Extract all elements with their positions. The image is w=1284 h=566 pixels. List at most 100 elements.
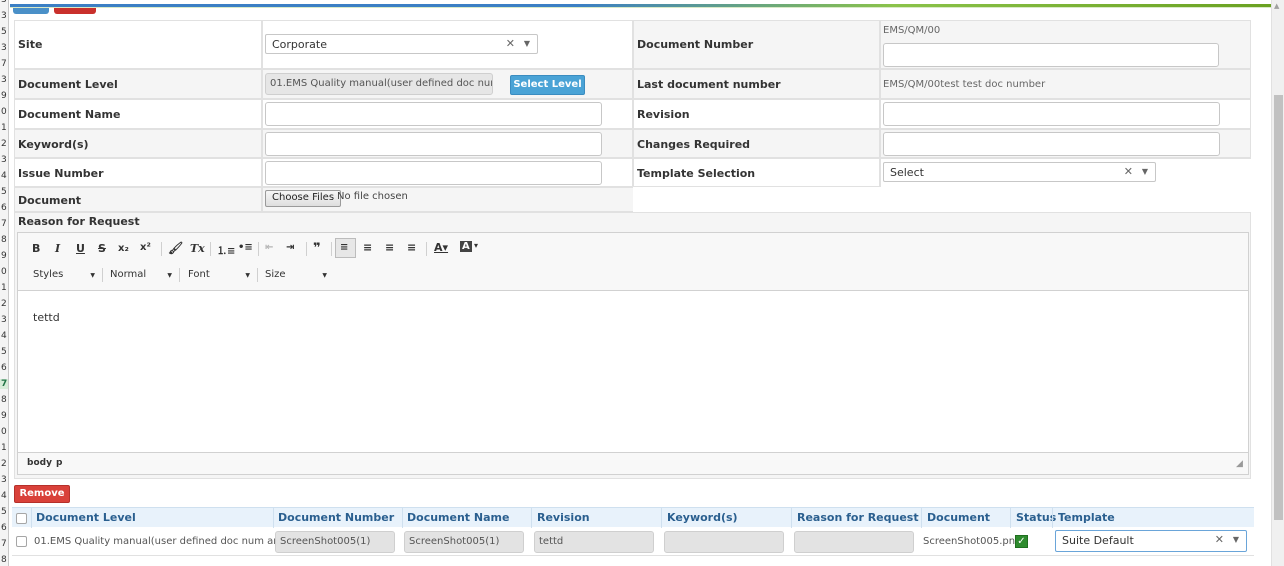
template-selection-value: Select [890, 166, 924, 179]
site-label-cell: Site [14, 20, 262, 69]
choose-files-button[interactable]: Choose Files [265, 190, 342, 207]
row-checkbox[interactable] [16, 536, 27, 547]
partial-red-button[interactable] [54, 8, 96, 14]
site-select[interactable]: Corporate ✕ ▼ [265, 34, 538, 54]
scrollbar-thumb[interactable] [1274, 95, 1283, 520]
keywords-input[interactable] [265, 132, 602, 156]
row-number: 8 [1, 395, 7, 405]
col-template[interactable]: Template [1058, 511, 1115, 524]
document-value-cell: Choose Files No file chosen [262, 187, 633, 212]
format-combo[interactable]: Normal ▼ [110, 269, 172, 281]
row-number: 3 [1, 11, 7, 21]
chevron-down-icon[interactable]: ▼ [1233, 535, 1239, 544]
chevron-down-icon: ▼ [245, 272, 250, 279]
document-level-label: Document Level [18, 78, 118, 91]
row-revision[interactable]: tettd [534, 531, 654, 553]
outdent-icon[interactable]: ⇤ [265, 242, 273, 253]
select-all-checkbox[interactable] [16, 513, 27, 524]
select-level-button[interactable]: Select Level [510, 75, 585, 95]
row-keywords[interactable] [664, 531, 784, 553]
column-divider [1010, 508, 1011, 528]
issue-number-label-cell: Issue Number [14, 158, 262, 187]
document-number-input[interactable] [883, 43, 1219, 67]
superscript-button[interactable]: x² [140, 242, 151, 253]
toolbar-separator [102, 268, 103, 282]
col-keywords[interactable]: Keyword(s) [667, 511, 738, 524]
font-combo[interactable]: Font ▼ [188, 269, 250, 281]
chevron-down-icon[interactable]: ▾ [474, 241, 478, 250]
document-name-label: Document Name [18, 108, 121, 121]
template-selection-select[interactable]: Select ✕ ▼ [883, 162, 1156, 182]
vertical-scrollbar[interactable]: ▲ [1271, 0, 1284, 566]
row-document-name[interactable]: ScreenShot005(1) [404, 531, 524, 553]
styles-combo[interactable]: Styles ▼ [33, 269, 95, 281]
chevron-down-icon[interactable]: ▼ [1142, 167, 1148, 176]
text-color-icon[interactable]: A▾ [434, 241, 448, 254]
bold-button[interactable]: B [32, 242, 40, 255]
row-reason[interactable] [794, 531, 914, 553]
subscript-button[interactable]: x₂ [118, 243, 129, 254]
chevron-down-icon[interactable]: ▼ [524, 39, 530, 48]
align-right-icon[interactable]: ≡ [385, 241, 394, 254]
partial-blue-button[interactable] [13, 8, 49, 14]
editor-content[interactable]: tettd [33, 311, 60, 324]
resize-handle-icon[interactable]: ◢ [1236, 459, 1243, 469]
reason-editor[interactable]: B I U S x₂ x² 🖌 Tx ⒈≡ •≡ ⇤ ⇥ ❞ ≡ ≡ ≡ ≡ A… [17, 232, 1249, 475]
row-number: 0 [1, 427, 7, 437]
size-combo[interactable]: Size ▼ [265, 269, 327, 281]
column-divider [273, 508, 274, 528]
revision-input[interactable] [883, 102, 1220, 126]
column-divider [1052, 508, 1053, 528]
col-document-level[interactable]: Document Level [36, 511, 136, 524]
row-template-select[interactable]: Suite Default ✕ ▼ [1055, 530, 1247, 552]
strikethrough-button[interactable]: S [98, 242, 106, 255]
col-document[interactable]: Document [927, 511, 990, 524]
align-left-icon[interactable]: ≡ [335, 238, 356, 258]
bulleted-list-icon[interactable]: •≡ [238, 242, 253, 253]
document-level-readonly: 01.EMS Quality manual(user defined doc n… [265, 73, 493, 95]
chevron-down-icon: ▼ [322, 272, 327, 279]
indent-icon[interactable]: ⇥ [286, 242, 294, 253]
row-number: 8 [1, 235, 7, 245]
col-document-number[interactable]: Document Number [278, 511, 394, 524]
row-document-number[interactable]: ScreenShot005(1) [275, 531, 395, 553]
row-number: 7 [1, 59, 7, 69]
clear-icon[interactable]: ✕ [506, 37, 515, 50]
row-number: 5 [1, 187, 7, 197]
last-document-number-label-cell: Last document number [633, 69, 880, 99]
path-p[interactable]: p [56, 458, 62, 468]
site-select-value: Corporate [272, 38, 327, 51]
align-justify-icon[interactable]: ≡ [407, 241, 416, 254]
issue-number-input[interactable] [265, 161, 602, 185]
column-divider [531, 508, 532, 528]
row-number-strip: 3353739012345678901234567890123456789 [0, 0, 9, 566]
italic-button[interactable]: I [55, 242, 60, 255]
remove-format-button[interactable]: Tx [190, 242, 205, 255]
file-status-text: No file chosen [337, 191, 408, 202]
align-center-icon[interactable]: ≡ [363, 241, 372, 254]
background-color-icon[interactable]: A [460, 241, 472, 252]
row-document-file[interactable]: ScreenShot005.png [923, 536, 1021, 547]
clear-icon[interactable]: ✕ [1124, 165, 1133, 178]
copy-formatting-icon[interactable]: 🖌 [168, 241, 183, 255]
row-number: 4 [1, 331, 7, 341]
status-checkbox[interactable]: ✓ [1015, 535, 1028, 548]
col-document-name[interactable]: Document Name [407, 511, 509, 524]
row-number: 5 [1, 347, 7, 357]
col-reason[interactable]: Reason for Request [797, 511, 919, 524]
editor-toolbar: B I U S x₂ x² 🖌 Tx ⒈≡ •≡ ⇤ ⇥ ❞ ≡ ≡ ≡ ≡ A… [18, 233, 1248, 291]
revision-label-cell: Revision [633, 99, 880, 129]
col-status[interactable]: Status [1016, 511, 1056, 524]
underline-button[interactable]: U [76, 242, 85, 255]
path-body[interactable]: body [27, 458, 52, 468]
scroll-up-icon[interactable]: ▲ [1274, 2, 1279, 10]
numbered-list-icon[interactable]: ⒈≡ [217, 242, 235, 257]
clear-icon[interactable]: ✕ [1215, 533, 1224, 546]
format-combo-label: Normal [110, 269, 147, 280]
document-name-input[interactable] [265, 102, 602, 126]
changes-required-input[interactable] [883, 132, 1220, 156]
blockquote-icon[interactable]: ❞ [313, 241, 321, 256]
col-revision[interactable]: Revision [537, 511, 590, 524]
row-number: 7 [1, 219, 7, 229]
remove-button[interactable]: Remove [14, 485, 70, 503]
